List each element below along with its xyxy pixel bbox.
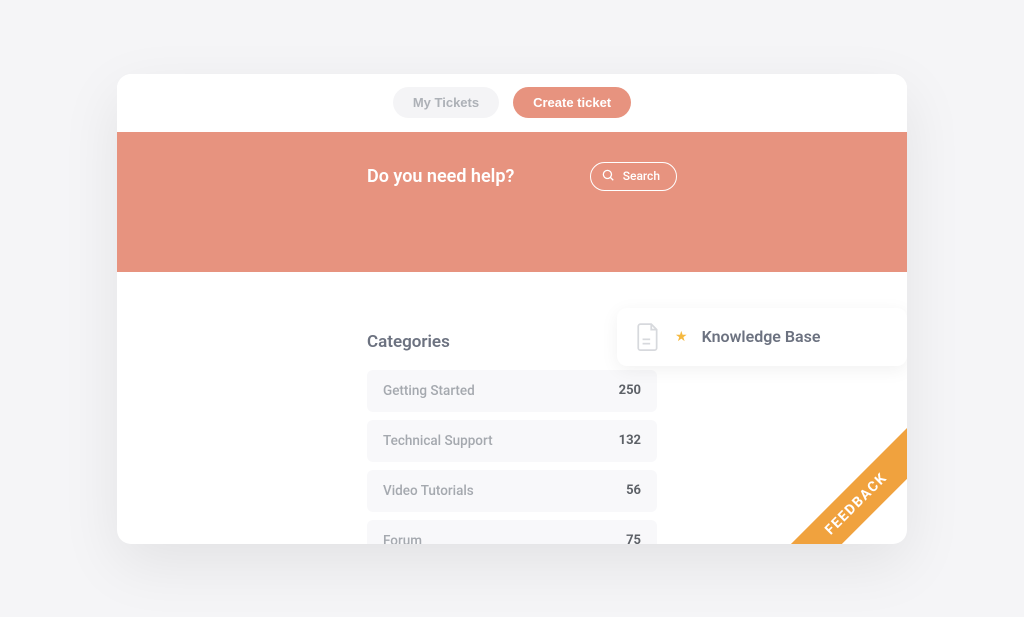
category-item-forum[interactable]: Forum 75: [367, 520, 657, 544]
hero-title: Do you need help?: [367, 166, 514, 187]
category-name: Video Tutorials: [383, 483, 474, 499]
category-name: Forum: [383, 533, 422, 544]
category-name: Technical Support: [383, 433, 493, 449]
category-item-video-tutorials[interactable]: Video Tutorials 56: [367, 470, 657, 512]
hero-inner: Do you need help? Search: [367, 162, 677, 191]
category-count: 132: [619, 433, 641, 448]
document-icon: [635, 322, 661, 352]
category-count: 56: [626, 483, 641, 498]
search-label: Search: [623, 169, 660, 183]
create-ticket-button[interactable]: Create ticket: [513, 87, 631, 118]
top-nav: My Tickets Create ticket: [117, 74, 907, 132]
help-center-card: My Tickets Create ticket Do you need hel…: [117, 74, 907, 544]
knowledge-base-card[interactable]: ★ Knowledge Base: [617, 308, 907, 366]
category-item-getting-started[interactable]: Getting Started 250: [367, 370, 657, 412]
category-item-technical-support[interactable]: Technical Support 132: [367, 420, 657, 462]
main-body: ★ Knowledge Base Categories Getting Star…: [367, 272, 657, 544]
category-count: 75: [626, 533, 641, 544]
star-icon: ★: [675, 329, 688, 345]
category-name: Getting Started: [383, 383, 475, 399]
search-button[interactable]: Search: [590, 162, 677, 191]
categories-heading: Categories: [367, 332, 657, 352]
my-tickets-button[interactable]: My Tickets: [393, 87, 499, 118]
hero-banner: Do you need help? Search: [117, 132, 907, 272]
category-count: 250: [619, 383, 641, 398]
feedback-ribbon[interactable]: FEEDBACK: [773, 420, 907, 544]
knowledge-base-title: Knowledge Base: [702, 327, 821, 346]
search-icon: [601, 168, 615, 185]
